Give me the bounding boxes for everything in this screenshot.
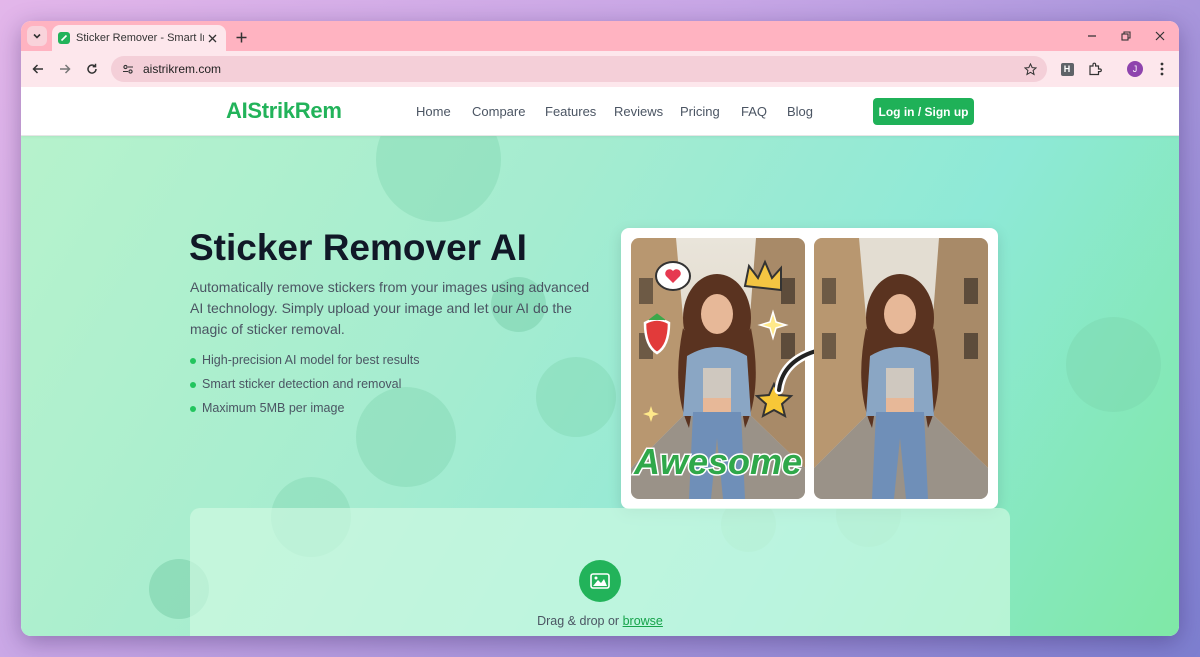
site-header: AIStrikRem Home Compare Features Reviews… xyxy=(21,87,1179,136)
browser-menu-button[interactable] xyxy=(1152,59,1172,79)
plus-icon xyxy=(236,32,246,42)
url-text: aistrikrem.com xyxy=(143,62,222,76)
before-after-card: Awesome xyxy=(621,228,998,509)
page-content: AIStrikRem Home Compare Features Reviews… xyxy=(21,87,1179,636)
tab-search-button[interactable] xyxy=(27,26,47,46)
bookmark-star-icon[interactable] xyxy=(1021,60,1039,78)
extension-h-button[interactable]: H xyxy=(1057,59,1077,79)
bullet-icon xyxy=(190,382,196,388)
tab-title: Sticker Remover - Smart Image xyxy=(76,32,204,44)
upload-dropzone[interactable]: Drag & drop or browse xyxy=(190,508,1010,636)
minimize-button[interactable] xyxy=(1075,21,1109,51)
upload-instructions: Drag & drop or browse xyxy=(190,614,1010,628)
browser-window: Sticker Remover - Smart Image xyxy=(21,21,1179,636)
close-window-button[interactable] xyxy=(1143,21,1177,51)
extension-h-icon: H xyxy=(1060,62,1074,76)
browser-tab[interactable]: Sticker Remover - Smart Image xyxy=(52,25,226,51)
reload-button[interactable] xyxy=(82,59,102,79)
feature-list: High-precision AI model for best results… xyxy=(190,353,419,425)
feature-item: Smart sticker detection and removal xyxy=(190,377,419,401)
tab-strip: Sticker Remover - Smart Image xyxy=(21,21,1179,51)
nav-link-faq[interactable]: FAQ xyxy=(741,104,767,119)
feature-text: High-precision AI model for best results xyxy=(202,353,420,367)
address-bar[interactable]: aistrikrem.com xyxy=(111,56,1047,82)
close-tab-icon[interactable] xyxy=(204,30,220,46)
feature-item: High-precision AI model for best results xyxy=(190,353,419,377)
login-signup-button[interactable]: Log in / Sign up xyxy=(873,98,974,125)
page-title: Sticker Remover AI xyxy=(189,227,527,268)
site-logo[interactable]: AIStrikRem xyxy=(226,98,342,124)
site-favicon-icon xyxy=(58,32,70,44)
background-bubble xyxy=(536,357,616,437)
feature-text: Maximum 5MB per image xyxy=(202,401,345,415)
feature-text: Smart sticker detection and removal xyxy=(202,377,402,391)
awesome-sticker: Awesome xyxy=(633,441,802,482)
nav-link-reviews[interactable]: Reviews xyxy=(614,104,663,119)
bullet-icon xyxy=(190,406,196,412)
image-upload-icon[interactable] xyxy=(579,560,621,602)
browse-link[interactable]: browse xyxy=(623,614,663,628)
hero-description: Automatically remove stickers from your … xyxy=(190,279,590,337)
chevron-down-icon xyxy=(33,33,41,39)
arrow-left-icon xyxy=(32,64,43,74)
bullet-icon xyxy=(190,358,196,364)
avatar: J xyxy=(1127,61,1143,77)
background-bubble xyxy=(1066,317,1161,412)
restore-icon xyxy=(1121,31,1131,41)
puzzle-icon xyxy=(1089,62,1102,76)
back-button[interactable] xyxy=(28,59,48,79)
nav-link-features[interactable]: Features xyxy=(545,104,596,119)
arrow-right-icon xyxy=(60,64,71,74)
reload-icon xyxy=(87,63,97,74)
nav-link-home[interactable]: Home xyxy=(416,104,451,119)
close-icon xyxy=(1155,31,1165,41)
nav-link-compare[interactable]: Compare xyxy=(472,104,525,119)
nav-link-pricing[interactable]: Pricing xyxy=(680,104,720,119)
drag-drop-text: Drag & drop or xyxy=(537,614,620,628)
profile-button[interactable]: J xyxy=(1125,59,1145,79)
new-tab-button[interactable] xyxy=(232,28,250,46)
restore-button[interactable] xyxy=(1109,21,1143,51)
more-vertical-icon xyxy=(1160,62,1164,76)
extensions-button[interactable] xyxy=(1085,59,1105,79)
heart-bubble-sticker xyxy=(655,261,691,291)
nav-link-blog[interactable]: Blog xyxy=(787,104,813,119)
minimize-icon xyxy=(1088,35,1096,37)
forward-button[interactable] xyxy=(55,59,75,79)
feature-item: Maximum 5MB per image xyxy=(190,401,419,425)
browser-toolbar: aistrikrem.com H J xyxy=(21,51,1179,87)
after-image xyxy=(814,238,988,499)
site-info-icon[interactable] xyxy=(119,60,137,78)
